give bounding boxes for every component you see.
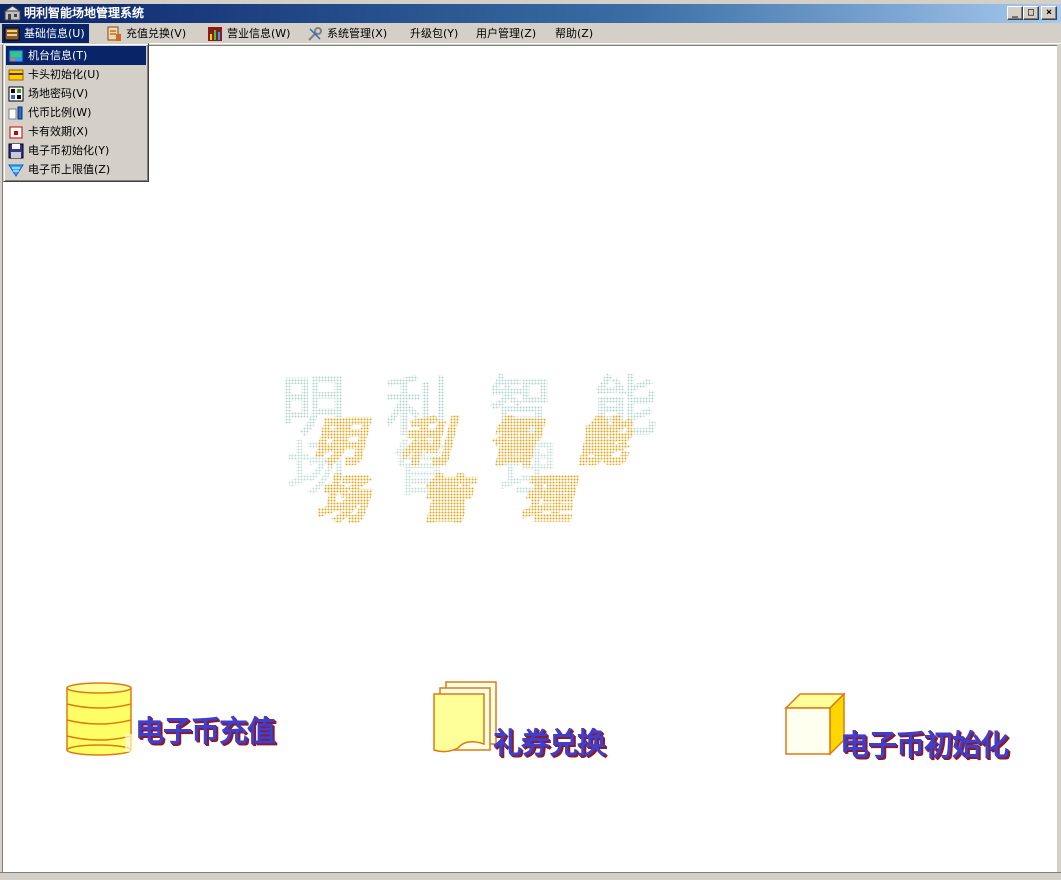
menu-upgrade[interactable]: 升级包(Y)	[408, 24, 462, 43]
tools-icon	[308, 26, 322, 41]
dropdown-item-label: 机台信息(T)	[28, 49, 88, 62]
card-reader-icon	[8, 69, 24, 80]
dropdown-item-venue-password[interactable]: 场地密码(V)	[6, 84, 146, 103]
menu-user-admin-label: 用户管理(Z)	[476, 27, 537, 40]
minimize-button[interactable]: _	[1007, 6, 1023, 20]
menu-business-info-label: 营业信息(W)	[227, 27, 291, 40]
coupon-exchange-button[interactable]: 礼券兑换	[430, 678, 620, 760]
e-coin-recharge-label: 电子币充值	[135, 714, 276, 748]
logo-front-text: 明利智能	[313, 412, 665, 471]
dropdown-item-ecoin-limit[interactable]: 电子币上限值(Z)	[6, 160, 146, 179]
dropdown-item-label: 电子币上限值(Z)	[28, 163, 111, 176]
status-bar	[0, 872, 1061, 880]
dropdown-item-label: 电子币初始化(Y)	[28, 144, 110, 157]
window-title: 明利智能场地管理系统	[24, 6, 145, 20]
ratio-icon	[8, 106, 23, 119]
e-coin-init-button[interactable]: 电子币初始化	[782, 686, 1009, 762]
dropdown-item-label: 场地密码(V)	[28, 87, 89, 100]
basic-info-dropdown: 机台信息(T) 卡头初始化(U) 场地密码(V) 代币比例(W) 卡有效期(X)…	[3, 43, 149, 182]
menu-system-admin-label: 系统管理(X)	[327, 27, 388, 40]
coin-stack-icon	[66, 682, 137, 756]
calendar-icon	[9, 126, 23, 138]
coupon-stack-icon	[433, 681, 497, 753]
window-border	[1057, 45, 1061, 880]
menu-bar: 基础信息(U) 充值兑换(V) 营业信息(W) 系统管理(X) 升级包(Y) 用…	[0, 23, 1061, 44]
down-arrow-icon	[8, 164, 24, 177]
menu-system-admin[interactable]: 系统管理(X)	[305, 24, 391, 43]
app-window: 明利智能场地管理系统 _ □ × 基础信息(U) 充值兑换(V) 营业信息(W)…	[0, 0, 1061, 880]
hand-card-icon	[107, 26, 121, 41]
menu-business-info[interactable]: 营业信息(W)	[205, 24, 294, 43]
app-logo-icon	[4, 5, 21, 21]
minimize-icon: _	[1011, 7, 1019, 18]
dropdown-item-machine-info[interactable]: 机台信息(T)	[6, 46, 146, 65]
database-icon	[4, 27, 20, 40]
main-client-area: 明利智能 场管理 明利智能 场管理 电子币充值 礼券兑换 电子币初始化	[2, 45, 1057, 872]
company-logo: 明利智能 场管理 明利智能 场管理	[281, 370, 665, 531]
machine-icon	[8, 49, 24, 62]
e-coin-init-label: 电子币初始化	[840, 728, 1009, 762]
maximize-icon: □	[1027, 7, 1035, 18]
title-bar[interactable]: 明利智能场地管理系统 _ □ ×	[0, 4, 1061, 23]
menu-help[interactable]: 帮助(Z)	[553, 24, 597, 43]
close-button[interactable]: ×	[1041, 6, 1057, 20]
coupon-exchange-label: 礼券兑换	[493, 726, 606, 760]
cube-icon	[784, 692, 846, 756]
menu-user-admin[interactable]: 用户管理(Z)	[474, 24, 540, 43]
close-icon: ×	[1045, 7, 1053, 18]
save-icon	[8, 143, 24, 158]
menu-upgrade-label: 升级包(Y)	[410, 27, 459, 40]
dropdown-item-token-ratio[interactable]: 代币比例(W)	[6, 103, 146, 122]
dropdown-item-card-validity[interactable]: 卡有效期(X)	[6, 122, 146, 141]
menu-basic-info-label: 基础信息(U)	[24, 27, 85, 40]
dropdown-item-label: 卡头初始化(U)	[28, 68, 100, 81]
menu-recharge-label: 充值兑换(V)	[126, 27, 187, 40]
menu-basic-info[interactable]: 基础信息(U)	[2, 24, 89, 43]
dropdown-item-card-reader-init[interactable]: 卡头初始化(U)	[6, 65, 146, 84]
bar-chart-icon	[208, 26, 222, 41]
menu-help-label: 帮助(Z)	[555, 27, 594, 40]
dropdown-item-ecoin-init[interactable]: 电子币初始化(Y)	[6, 141, 146, 160]
e-coin-recharge-button[interactable]: 电子币充值	[65, 678, 285, 758]
maximize-button[interactable]: □	[1023, 6, 1039, 20]
dropdown-item-label: 卡有效期(X)	[28, 125, 89, 138]
logo-front-text-2: 场管理	[317, 470, 623, 529]
password-icon	[8, 86, 24, 101]
dropdown-item-label: 代币比例(W)	[28, 106, 92, 119]
menu-recharge[interactable]: 充值兑换(V)	[104, 24, 190, 43]
